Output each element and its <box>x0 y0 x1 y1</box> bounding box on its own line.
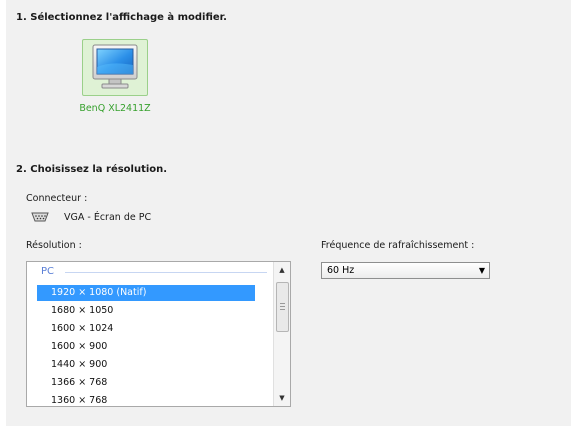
connector-label: Connecteur : <box>26 193 88 204</box>
resolution-item[interactable]: 1680 × 1050 <box>37 303 255 319</box>
resolution-item[interactable]: 1440 × 900 <box>37 357 255 373</box>
resolution-group-header: PC <box>41 266 55 277</box>
connector-value: VGA - Écran de PC <box>64 212 152 223</box>
display-name[interactable]: BenQ XL2411Z <box>77 103 153 114</box>
scroll-thumb[interactable] <box>276 282 289 332</box>
scroll-down-arrow-icon[interactable]: ▼ <box>274 390 290 406</box>
resolution-item[interactable]: 1366 × 768 <box>37 375 255 391</box>
monitor-icon <box>92 44 138 89</box>
dropdown-arrow-icon: ▼ <box>478 266 485 275</box>
step2-heading: 2. Choisissez la résolution. <box>16 164 168 175</box>
resolution-item[interactable]: 1600 × 900 <box>37 339 255 355</box>
group-divider <box>65 272 267 273</box>
resolution-listbox[interactable]: PC 1920 × 1080 (Natif) 1680 × 1050 1600 … <box>26 261 291 407</box>
refresh-rate-dropdown[interactable]: 60 Hz ▼ <box>321 262 490 279</box>
scroll-up-arrow-icon[interactable]: ▲ <box>274 262 290 278</box>
resolution-item[interactable]: 1600 × 1024 <box>37 321 255 337</box>
display-tile[interactable] <box>82 39 148 96</box>
resolution-label: Résolution : <box>26 240 82 251</box>
step1-heading: 1. Sélectionnez l'affichage à modifier. <box>16 12 227 23</box>
vga-connector-icon <box>31 212 49 222</box>
refresh-rate-label: Fréquence de rafraîchissement : <box>321 240 475 251</box>
refresh-rate-value: 60 Hz <box>327 265 355 276</box>
resolution-item[interactable]: 1360 × 768 <box>37 393 255 406</box>
resolution-item[interactable]: 1920 × 1080 (Natif) <box>37 285 255 301</box>
listbox-scrollbar[interactable]: ▲ ▼ <box>273 262 290 406</box>
